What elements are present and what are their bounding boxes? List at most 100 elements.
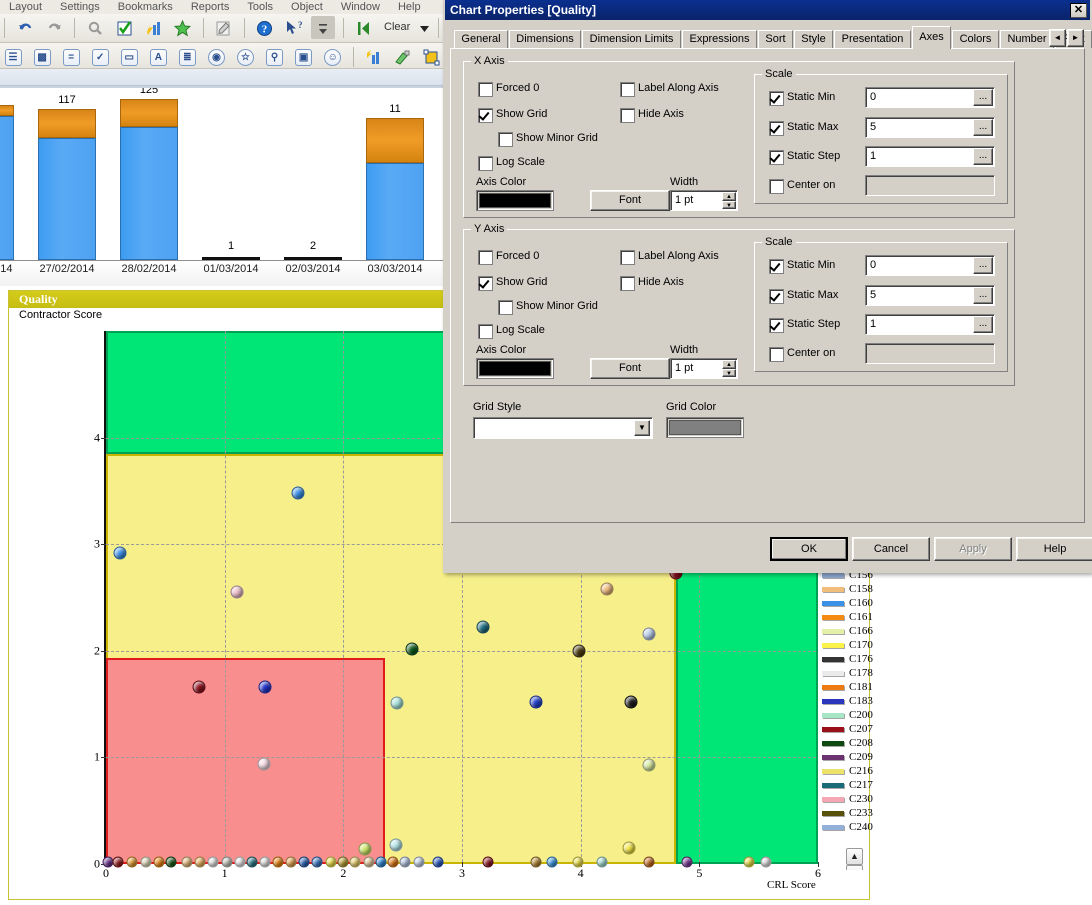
legend-item[interactable]: C200 bbox=[822, 708, 873, 722]
y-hide-axis-checkbox[interactable]: Hide Axis bbox=[620, 276, 684, 289]
scatter-point[interactable] bbox=[644, 856, 655, 867]
scatter-point[interactable] bbox=[246, 856, 257, 867]
menu-item-window[interactable]: Window bbox=[332, 0, 389, 14]
format-painter-icon[interactable] bbox=[391, 45, 415, 68]
tab-colors[interactable]: Colors bbox=[952, 30, 999, 48]
y-static-max-ellipsis-button[interactable]: ... bbox=[973, 287, 993, 304]
scatter-point[interactable] bbox=[114, 546, 127, 559]
bar-column[interactable]: 1 bbox=[202, 86, 260, 260]
bar-column[interactable]: 11 bbox=[366, 86, 424, 260]
x-log-scale-checkbox[interactable]: Log Scale bbox=[478, 156, 545, 169]
legend-item[interactable]: C176 bbox=[822, 652, 873, 666]
bar-chart-icon[interactable]: ▩ bbox=[30, 45, 54, 68]
scatter-point[interactable] bbox=[127, 856, 138, 867]
spinner-up-icon[interactable]: ▲ bbox=[722, 360, 736, 369]
tab-number[interactable]: Number bbox=[1000, 30, 1054, 48]
scatter-point[interactable] bbox=[141, 856, 152, 867]
y-static-step-input[interactable]: 1 ... bbox=[865, 314, 995, 335]
scatter-point[interactable] bbox=[623, 842, 636, 855]
scatter-point[interactable] bbox=[192, 681, 205, 694]
legend-item[interactable]: C158 bbox=[822, 582, 873, 596]
scatter-point[interactable] bbox=[600, 582, 613, 595]
legend-item[interactable]: C160 bbox=[822, 596, 873, 610]
scatter-point[interactable] bbox=[573, 856, 584, 867]
button-icon[interactable]: ▭ bbox=[117, 45, 141, 68]
x-static-step-ellipsis-button[interactable]: ... bbox=[973, 148, 993, 165]
x-static-min-input[interactable]: 0 ... bbox=[865, 87, 995, 108]
spinner-down-icon[interactable]: ▼ bbox=[722, 369, 736, 378]
legend-item[interactable]: C230 bbox=[822, 792, 873, 806]
text-object-icon[interactable]: A bbox=[146, 45, 170, 68]
scatter-point[interactable] bbox=[154, 856, 165, 867]
chart-wizard-icon[interactable] bbox=[362, 45, 386, 68]
statistics-box-icon[interactable]: = bbox=[59, 45, 83, 68]
chart-properties-dialog[interactable]: Chart Properties [Quality] ✕ GeneralDime… bbox=[443, 0, 1092, 573]
legend-item[interactable]: C216 bbox=[822, 764, 873, 778]
scatter-point[interactable] bbox=[312, 856, 323, 867]
y-forced-zero-checkbox[interactable]: Forced 0 bbox=[478, 250, 539, 263]
scatter-point[interactable] bbox=[292, 487, 305, 500]
scatter-point[interactable] bbox=[338, 856, 349, 867]
scatter-point[interactable] bbox=[207, 856, 218, 867]
legend-item[interactable]: C161 bbox=[822, 610, 873, 624]
scatter-point[interactable] bbox=[273, 856, 284, 867]
y-static-max-input[interactable]: 5 ... bbox=[865, 285, 995, 306]
scatter-point[interactable] bbox=[389, 838, 402, 851]
scatter-point[interactable] bbox=[624, 695, 637, 708]
legend-item[interactable]: C178 bbox=[822, 666, 873, 680]
scatter-point[interactable] bbox=[166, 856, 177, 867]
legend-item[interactable]: C170 bbox=[822, 638, 873, 652]
menu-item-settings[interactable]: Settings bbox=[51, 0, 109, 14]
container-icon[interactable]: ▣ bbox=[292, 45, 316, 68]
x-show-minor-grid-checkbox[interactable]: Show Minor Grid bbox=[498, 132, 598, 145]
y-center-on-input[interactable] bbox=[865, 343, 995, 364]
x-static-max-checkbox[interactable]: Static Max bbox=[769, 121, 838, 134]
legend-item[interactable]: C208 bbox=[822, 736, 873, 750]
x-center-on-checkbox[interactable]: Center on bbox=[769, 179, 835, 192]
scatter-point[interactable] bbox=[406, 642, 419, 655]
x-static-max-ellipsis-button[interactable]: ... bbox=[973, 119, 993, 136]
help-icon[interactable]: ? bbox=[253, 16, 277, 39]
scatter-point[interactable] bbox=[530, 856, 541, 867]
tab-axes[interactable]: Axes bbox=[912, 26, 951, 49]
y-show-minor-grid-checkbox[interactable]: Show Minor Grid bbox=[498, 300, 598, 313]
y-static-max-checkbox[interactable]: Static Max bbox=[769, 289, 838, 302]
scatter-point[interactable] bbox=[643, 758, 656, 771]
x-static-step-input[interactable]: 1 ... bbox=[865, 146, 995, 167]
spinner-down-icon[interactable]: ▼ bbox=[722, 201, 736, 210]
cancel-button[interactable]: Cancel bbox=[852, 537, 930, 561]
tab-general[interactable]: General bbox=[454, 30, 508, 48]
scatter-point[interactable] bbox=[390, 697, 403, 710]
table-box-icon[interactable]: ≣ bbox=[175, 45, 199, 68]
scatter-point[interactable] bbox=[364, 856, 375, 867]
x-forced-zero-checkbox[interactable]: Forced 0 bbox=[478, 82, 539, 95]
check-icon[interactable] bbox=[112, 16, 136, 39]
toolbar-overflow-button[interactable] bbox=[311, 16, 335, 39]
tab-expressions[interactable]: Expressions bbox=[682, 30, 757, 48]
scatter-point[interactable] bbox=[643, 627, 656, 640]
y-axis-color-swatch[interactable] bbox=[476, 358, 554, 379]
toolbar-design[interactable]: ☰ ▩ = ✓ ▭ A ≣ ◉ ☆ ⚲ ▣ ☺ bbox=[0, 43, 445, 69]
scatter-point[interactable] bbox=[259, 681, 272, 694]
bar-chart-object[interactable]: 1171251211 26/02/201427/02/201428/02/201… bbox=[0, 86, 445, 286]
scatter-point[interactable] bbox=[230, 586, 243, 599]
scatter-point[interactable] bbox=[529, 695, 542, 708]
toolbar-primary[interactable]: ? ? Clear Back Forward bbox=[0, 14, 445, 43]
dialog-tab-strip[interactable]: GeneralDimensionsDimension LimitsExpress… bbox=[450, 26, 1085, 48]
chevron-down-icon[interactable]: ▼ bbox=[846, 865, 863, 870]
redo-icon[interactable] bbox=[42, 16, 66, 39]
y-static-step-ellipsis-button[interactable]: ... bbox=[973, 316, 993, 333]
multi-box-icon[interactable]: ✓ bbox=[88, 45, 112, 68]
scatter-point[interactable] bbox=[483, 856, 494, 867]
x-axis-width-input[interactable]: 1 pt ▲ ▼ bbox=[670, 190, 738, 211]
x-static-max-input[interactable]: 5 ... bbox=[865, 117, 995, 138]
layout-icon[interactable] bbox=[420, 45, 444, 68]
scatter-point[interactable] bbox=[299, 856, 310, 867]
context-help-icon[interactable]: ? bbox=[282, 16, 306, 39]
scatter-point[interactable] bbox=[222, 856, 233, 867]
x-axis-font-button[interactable]: Font bbox=[590, 190, 670, 211]
clear-icon[interactable] bbox=[352, 16, 376, 39]
legend-item[interactable]: C183 bbox=[822, 694, 873, 708]
grid-color-swatch[interactable] bbox=[666, 417, 744, 438]
scatter-point[interactable] bbox=[573, 644, 586, 657]
